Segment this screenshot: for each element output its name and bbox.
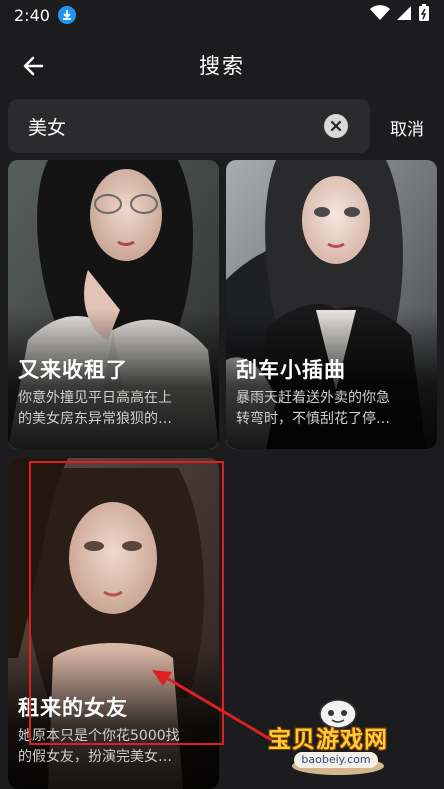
signal-icon: [396, 5, 412, 25]
watermark-url: baobeiy.com: [294, 752, 378, 768]
clear-search-button[interactable]: [324, 114, 348, 138]
status-time: 2:40: [14, 5, 50, 25]
result-card[interactable]: 又来收租了 你意外撞见平日高高在上 的美女房东异常狼狈的…: [8, 160, 219, 449]
search-input[interactable]: 美女: [8, 99, 370, 153]
result-card[interactable]: 刮车小插曲 暴雨天赶着送外卖的你急 转弯时，不慎刮花了停…: [226, 160, 437, 449]
card-title: 刮车小插曲: [236, 358, 346, 382]
battery-icon: [418, 4, 430, 26]
wifi-icon: [370, 5, 390, 25]
highlight-box: [29, 461, 224, 745]
cancel-button[interactable]: 取消: [390, 115, 424, 140]
arrow-left-icon: [23, 56, 44, 76]
header: 搜索: [0, 40, 444, 90]
page-title: 搜索: [199, 54, 245, 78]
download-icon: [57, 6, 76, 24]
search-row: 美女 取消: [0, 99, 444, 153]
watermark-text: 宝贝游戏网: [268, 727, 388, 753]
close-icon: [330, 120, 342, 132]
card-description: 暴雨天赶着送外卖的你急 转弯时，不慎刮花了停…: [236, 390, 390, 427]
watermark-logo: 宝贝游戏网 baobeiy.com: [264, 696, 418, 778]
search-query-text: 美女: [28, 116, 67, 139]
card-title: 又来收租了: [18, 358, 128, 382]
status-bar: 2:40: [0, 0, 444, 30]
card-description: 你意外撞见平日高高在上 的美女房东异常狼狈的…: [18, 390, 172, 427]
back-button[interactable]: [20, 52, 48, 80]
